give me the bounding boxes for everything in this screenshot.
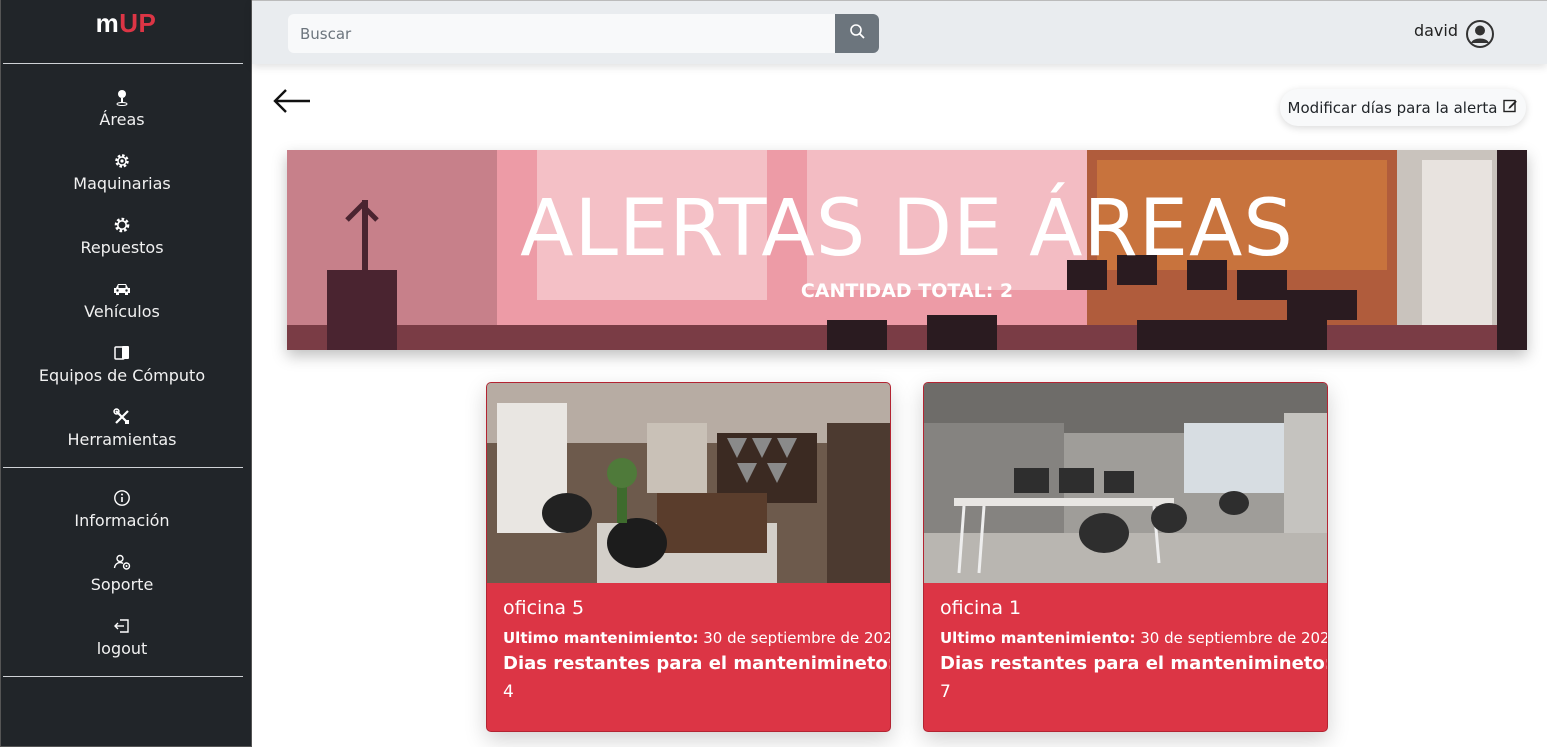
card-last-maintenance-value: 30 de septiembre de 2024 [703,629,891,647]
card-office-image [924,383,1327,583]
user-avatar-icon[interactable] [1465,19,1495,49]
sidebar: m UP Áreas Maquinarias Repuestos Vehículo… [0,0,252,747]
brand-logo[interactable]: m UP [1,0,251,55]
sidebar-divider-middle [3,467,243,468]
tools-icon [113,406,131,428]
sidebar-item-informacion[interactable]: Información [1,487,243,547]
sidebar-item-repuestos[interactable]: Repuestos [1,214,243,274]
card-office-image [487,383,890,583]
sidebar-item-equipos-computo[interactable]: Equipos de Cómputo [1,342,243,402]
card-title: oficina 5 [503,597,585,619]
card-title: oficina 1 [940,597,1022,619]
card-last-maintenance-value: 30 de septiembre de 2024 [1140,629,1328,647]
card-remaining-days-value: 4 [503,682,514,702]
sidebar-item-label: Repuestos [80,238,164,257]
brand-logo-part-up: UP [119,8,157,38]
modify-alert-days-button[interactable]: Modificar días para la alerta [1280,89,1526,126]
card-remaining-days-value: 7 [940,682,951,702]
edit-icon [1503,98,1518,117]
sidebar-item-label: Herramientas [67,430,177,449]
cog-icon [113,214,131,236]
banner-subtitle: CANTIDAD TOTAL: 2 [800,280,1014,302]
sidebar-divider-bottom [3,676,243,677]
sidebar-item-label: Información [74,511,170,530]
card-last-maintenance-label: Ultimo mantenimiento: [940,629,1136,647]
sidebar-divider-top [3,63,243,64]
card-last-maintenance: Ultimo mantenimiento: 30 de septiembre d… [503,629,890,647]
card-last-maintenance: Ultimo mantenimiento: 30 de septiembre d… [940,629,1327,647]
sidebar-item-maquinarias[interactable]: Maquinarias [1,150,243,210]
top-navbar: david [252,0,1547,64]
sidebar-item-label: Áreas [99,110,145,129]
sidebar-item-vehiculos[interactable]: Vehículos [1,278,243,338]
search-input[interactable] [288,14,835,53]
search-button[interactable] [835,14,879,53]
card-body: oficina 5 Ultimo mantenimiento: 30 de se… [503,597,891,702]
card-last-maintenance-label: Ultimo mantenimiento: [503,629,699,647]
hero-banner: ALERTAS DE ÁREAS [287,150,1527,350]
modify-alert-days-label: Modificar días para la alerta [1287,98,1498,117]
banner-title: ALERTAS DE ÁREAS [520,184,1294,274]
card-body: oficina 1 Ultimo mantenimiento: 30 de se… [940,597,1328,702]
sidebar-item-label: Maquinarias [73,174,171,193]
map-pin-icon [115,86,129,108]
info-icon [113,487,131,509]
logout-icon [113,615,131,637]
devices-icon [113,342,131,364]
sidebar-item-label: Vehículos [84,302,160,321]
support-icon [113,551,131,573]
car-icon [112,278,132,300]
sidebar-item-label: Soporte [90,575,154,594]
user-name[interactable]: david [1414,21,1458,40]
sidebar-item-logout[interactable]: logout [1,615,243,675]
sidebar-item-label: logout [96,639,148,658]
back-arrow-icon[interactable] [272,86,312,116]
search-icon [849,23,866,44]
area-alert-card[interactable]: oficina 1 Ultimo mantenimiento: 30 de se… [923,382,1328,732]
sidebar-item-label: Equipos de Cómputo [38,366,206,385]
sidebar-item-soporte[interactable]: Soporte [1,551,243,611]
card-remaining-days-label: Dias restantes para el mantenimineto: [503,653,891,674]
brand-logo-part-m: m [95,8,120,38]
gear-icon [113,150,131,172]
sidebar-item-areas[interactable]: Áreas [1,86,243,146]
card-remaining-days-label: Dias restantes para el mantenimineto: [940,653,1328,674]
area-alert-card[interactable]: oficina 5 Ultimo mantenimiento: 30 de se… [486,382,891,732]
sidebar-item-herramientas[interactable]: Herramientas [1,406,243,466]
